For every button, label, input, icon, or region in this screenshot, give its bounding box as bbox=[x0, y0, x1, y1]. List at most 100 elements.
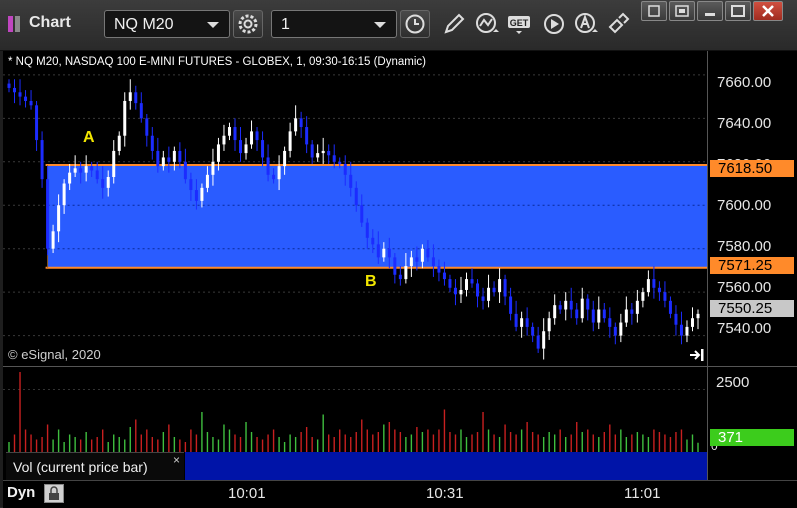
candle-body bbox=[503, 279, 507, 297]
minimize-button[interactable] bbox=[697, 1, 723, 21]
candle-body bbox=[73, 168, 77, 173]
candle-body bbox=[613, 326, 617, 336]
candle-body bbox=[57, 205, 61, 232]
alert-icon[interactable] bbox=[572, 11, 600, 37]
close-icon[interactable]: × bbox=[173, 446, 180, 474]
link-icon[interactable] bbox=[605, 11, 633, 37]
lock-button[interactable] bbox=[44, 484, 64, 503]
interval-select[interactable]: 1 bbox=[271, 10, 397, 38]
candle-body bbox=[216, 144, 220, 162]
candle-body bbox=[597, 309, 601, 323]
candle-body bbox=[244, 144, 248, 154]
close-button[interactable] bbox=[753, 1, 783, 21]
volume-pane[interactable]: Vol (current price bar) × bbox=[3, 367, 708, 480]
time-tick: 11:01 bbox=[624, 485, 661, 502]
chevron-down-icon[interactable] bbox=[374, 22, 386, 28]
pin-button[interactable] bbox=[641, 1, 667, 21]
maximize-icon bbox=[731, 5, 745, 17]
candle-body bbox=[459, 289, 463, 295]
candle-body bbox=[531, 326, 535, 336]
dynamic-mode-label[interactable]: Dyn bbox=[7, 484, 35, 501]
candle-body bbox=[178, 150, 182, 162]
lower-level-badge: 7571.25 bbox=[710, 257, 794, 274]
candle-body bbox=[426, 248, 430, 258]
candle-body bbox=[117, 135, 121, 151]
candle-body bbox=[266, 157, 270, 175]
time-button[interactable] bbox=[400, 10, 430, 38]
volume-legend[interactable]: Vol (current price bar) × bbox=[6, 452, 184, 480]
candle-body bbox=[591, 309, 595, 323]
candle-body bbox=[261, 140, 265, 158]
candle-body bbox=[365, 222, 369, 238]
candle-body bbox=[646, 279, 650, 293]
candle-body bbox=[305, 127, 309, 145]
volume-tick: 2500 bbox=[716, 374, 750, 391]
candle-body bbox=[139, 103, 143, 119]
candle-body bbox=[189, 179, 193, 191]
candle-body bbox=[404, 266, 408, 280]
candle-body bbox=[431, 257, 435, 267]
candle-body bbox=[150, 135, 154, 151]
chart-window: Chart NQ M20 1 GET * NQ M20, NASDAQ 100 … bbox=[0, 0, 797, 508]
chart-header: * NQ M20, NASDAQ 100 E-MINI FUTURES - GL… bbox=[8, 56, 426, 68]
candle-body bbox=[194, 190, 198, 201]
candle-body bbox=[382, 248, 386, 258]
candle-body bbox=[525, 318, 529, 327]
candle-body bbox=[663, 292, 667, 301]
candle-body bbox=[222, 135, 226, 145]
candle-body bbox=[553, 305, 557, 319]
study-icon[interactable] bbox=[473, 11, 501, 37]
candle-body bbox=[536, 335, 540, 349]
candle-body bbox=[498, 279, 502, 293]
restore-button[interactable] bbox=[669, 1, 695, 21]
price-chart[interactable] bbox=[3, 51, 708, 366]
candle-body bbox=[602, 309, 606, 319]
candle-body bbox=[564, 300, 568, 310]
minimize-icon bbox=[705, 13, 715, 16]
pane-divider[interactable] bbox=[3, 366, 797, 367]
price-tick: 7580.00 bbox=[717, 238, 772, 255]
settings-button[interactable] bbox=[233, 10, 263, 38]
candle-body bbox=[106, 177, 110, 188]
scroll-to-end-icon[interactable] bbox=[689, 348, 705, 362]
candle-body bbox=[586, 298, 590, 310]
candle-body bbox=[690, 318, 694, 327]
candle-body bbox=[520, 318, 524, 327]
price-pane[interactable]: * NQ M20, NASDAQ 100 E-MINI FUTURES - GL… bbox=[3, 51, 708, 366]
chevron-down-icon[interactable] bbox=[207, 22, 219, 28]
candle-body bbox=[145, 118, 149, 136]
candle-body bbox=[332, 155, 336, 162]
annotation-b[interactable]: B bbox=[365, 273, 377, 291]
play-icon[interactable] bbox=[540, 11, 568, 37]
price-tick: 7540.00 bbox=[717, 320, 772, 337]
candle-body bbox=[547, 318, 551, 332]
candle-body bbox=[630, 309, 634, 314]
candle-body bbox=[205, 174, 209, 188]
candle-body bbox=[453, 287, 457, 295]
candle-body bbox=[239, 140, 243, 154]
candle-body bbox=[657, 287, 661, 293]
candle-body bbox=[90, 166, 94, 171]
annotation-a[interactable]: A bbox=[83, 129, 95, 147]
candle-body bbox=[79, 168, 83, 173]
candle-body bbox=[327, 150, 331, 156]
upper-level-badge: 7618.50 bbox=[710, 160, 794, 177]
pencil-draw-icon[interactable] bbox=[440, 11, 468, 37]
interval-value: 1 bbox=[281, 16, 290, 33]
symbol-select[interactable]: NQ M20 bbox=[104, 10, 230, 38]
candle-body bbox=[310, 144, 314, 158]
volume-scroll-bar[interactable] bbox=[185, 452, 708, 480]
candle-body bbox=[294, 118, 298, 132]
get-menu-icon[interactable]: GET bbox=[506, 11, 534, 37]
candle-body bbox=[134, 92, 138, 104]
volume-axis[interactable]: 2500 0 371 bbox=[708, 367, 797, 480]
time-axis[interactable]: Dyn 10:01 10:31 11:01 bbox=[3, 480, 797, 508]
price-tick: 7560.00 bbox=[717, 279, 772, 296]
candle-body bbox=[354, 187, 358, 206]
candle-body bbox=[156, 150, 160, 167]
price-axis[interactable]: 7660.00 7640.00 7620.00 7600.00 7580.00 … bbox=[708, 51, 797, 366]
candle-body bbox=[470, 279, 474, 284]
maximize-button[interactable] bbox=[725, 1, 751, 21]
candle-body bbox=[35, 105, 39, 141]
candle-body bbox=[277, 166, 281, 180]
